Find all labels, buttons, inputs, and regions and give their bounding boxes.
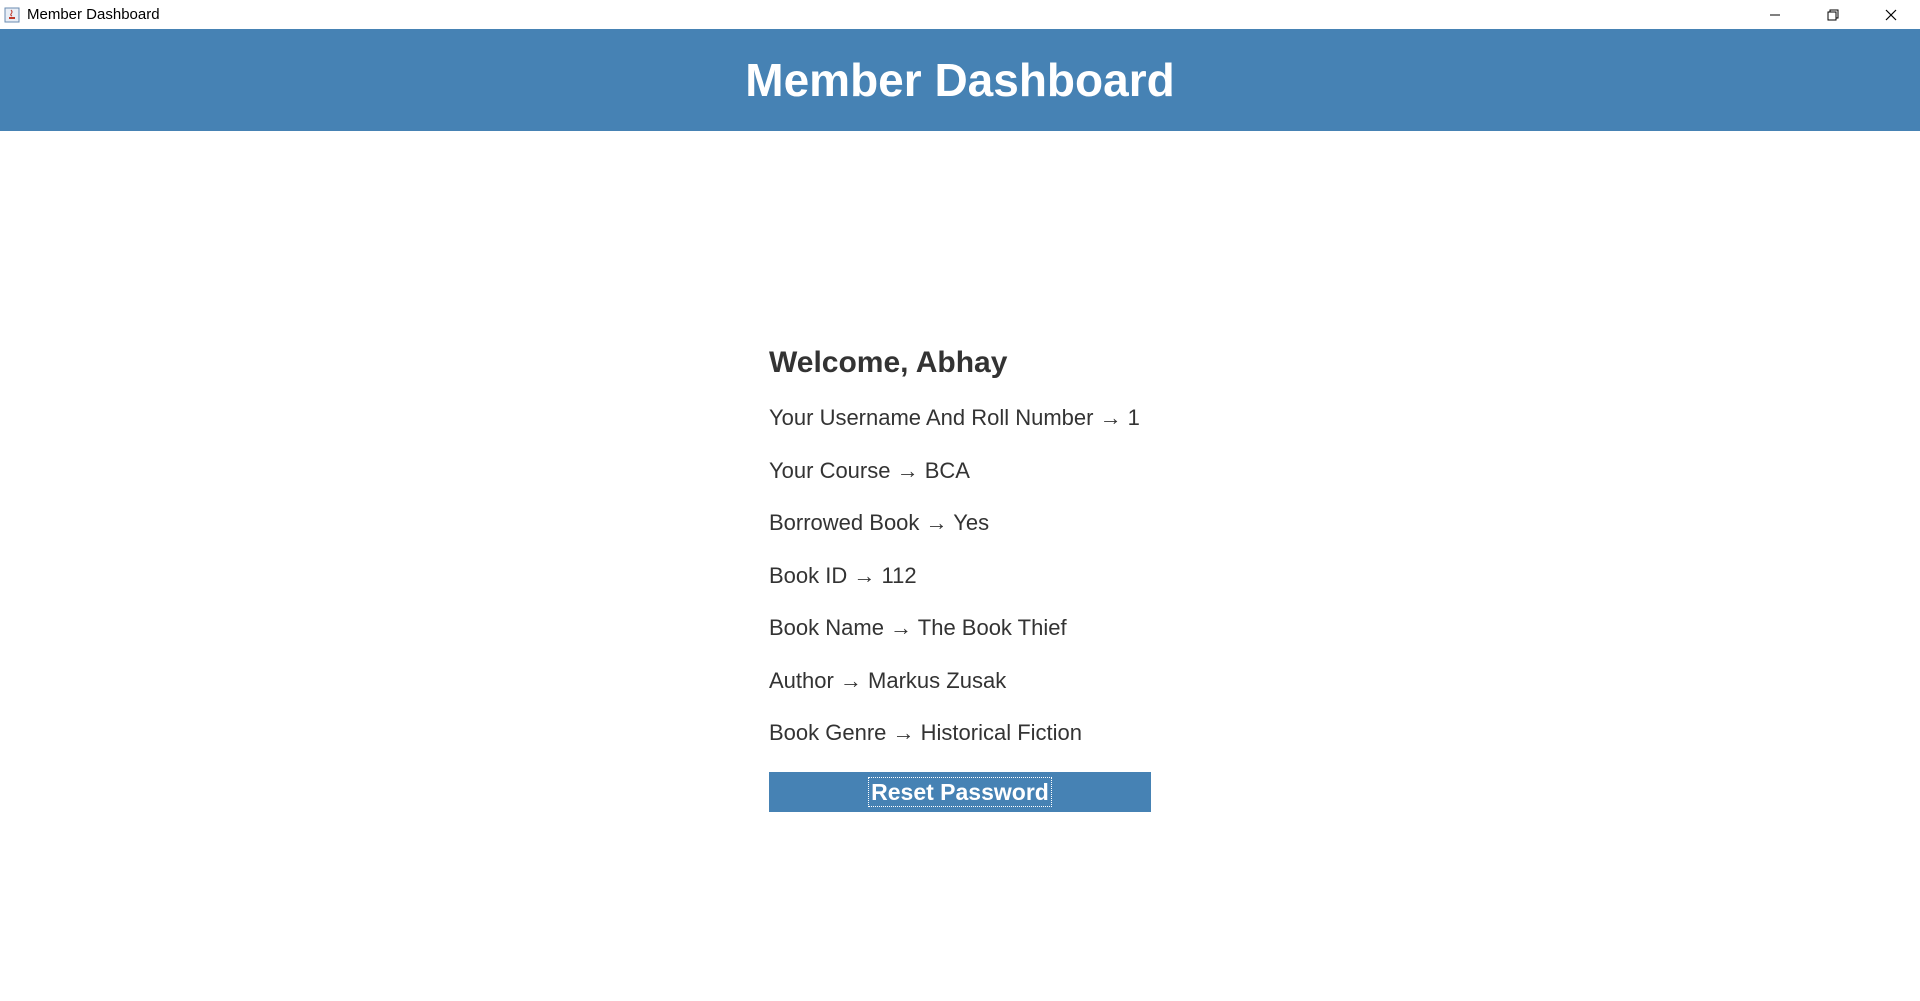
minimize-button[interactable] (1746, 0, 1804, 29)
info-book-name: Book Name → The Book Thief (769, 615, 1067, 640)
info-borrowed-book: Borrowed Book → Yes (769, 510, 990, 535)
reset-password-button[interactable]: Reset Password (769, 771, 1151, 812)
info-author: Author → Markus Zusak (769, 667, 1007, 693)
window-titlebar[interactable]: Member Dashboard (0, 0, 1920, 29)
window-title: Member Dashboard (27, 6, 160, 23)
page-title: Member Dashboard (745, 54, 1175, 106)
member-info-panel: Welcome, Abhay Your Username And Roll Nu… (769, 340, 1151, 812)
reset-password-label: Reset Password (868, 776, 1052, 807)
window-controls (1746, 0, 1920, 29)
info-username-roll: Your Username And Roll Number → 1 (769, 405, 1140, 430)
info-book-id: Book ID → 112 (769, 562, 917, 588)
welcome-heading: Welcome, Abhay (769, 346, 1008, 379)
java-app-icon (3, 6, 21, 24)
close-button[interactable] (1862, 0, 1920, 29)
info-book-genre: Book Genre → Historical Fiction (769, 720, 1082, 745)
minimize-icon (1770, 14, 1780, 15)
header-banner: Member Dashboard (0, 29, 1920, 131)
member-info-list: Your Username And Roll Number → 1 Your C… (769, 392, 1151, 760)
info-course: Your Course → BCA (769, 457, 970, 483)
restore-icon (1827, 9, 1839, 20)
restore-button[interactable] (1804, 0, 1862, 29)
close-icon (1885, 9, 1897, 20)
